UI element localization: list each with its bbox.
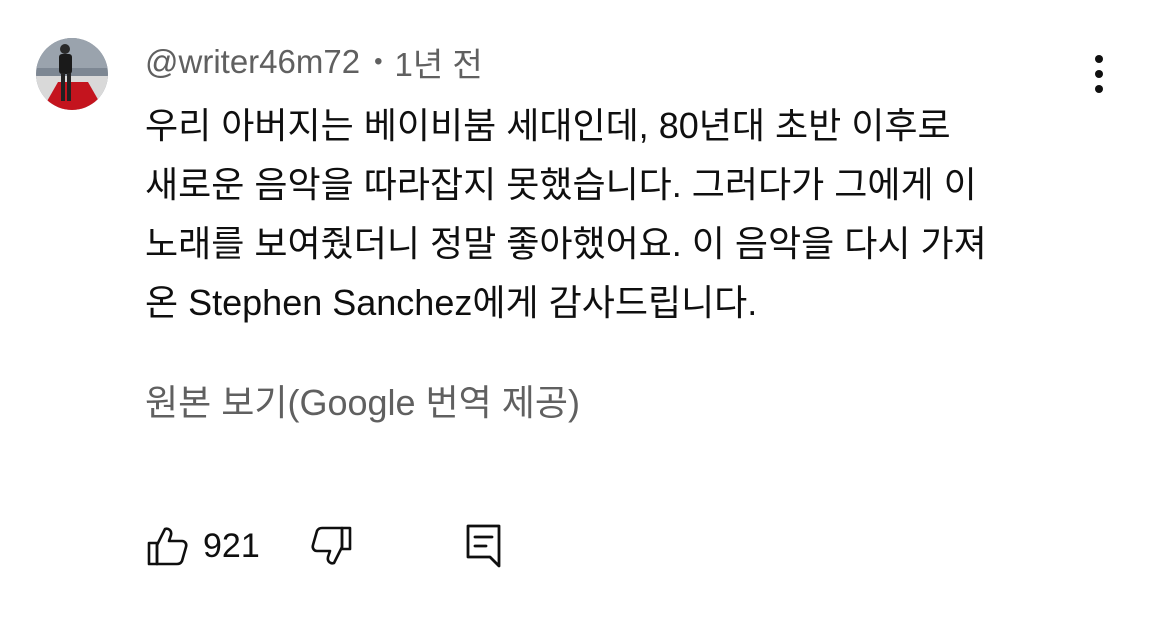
- comment-actions: 921: [145, 520, 504, 572]
- comment-text: 우리 아버지는 베이비붐 세대인데, 80년대 초반 이후로 새로운 음악을 따…: [145, 96, 1105, 332]
- comment-header: @writer46m72 • 1년 전: [145, 40, 483, 84]
- more-options-button[interactable]: [1080, 52, 1118, 96]
- view-original-link[interactable]: 원본 보기(Google 번역 제공): [145, 374, 580, 426]
- like-button[interactable]: 921: [145, 524, 260, 568]
- dislike-button[interactable]: [310, 524, 354, 568]
- thumbs-up-icon: [147, 527, 188, 566]
- comment-text-line: 노래를 보여줬더니 정말 좋아했어요. 이 음악을 다시 가져: [145, 223, 987, 264]
- like-count: 921: [203, 526, 260, 565]
- comment-reply-icon: [466, 524, 501, 568]
- comment-text-line: 새로운 음악을 따라잡지 못했습니다. 그러다가 그에게 이: [145, 164, 977, 205]
- reply-button[interactable]: [464, 522, 504, 570]
- comment-text-line: 온 Stephen Sanchez에게 감사드립니다.: [145, 282, 758, 323]
- comment-text-line: 우리 아버지는 베이비붐 세대인데, 80년대 초반 이후로: [145, 105, 951, 146]
- meta-separator: •: [374, 48, 383, 75]
- more-vertical-icon: [1095, 55, 1103, 93]
- thumbs-down-icon: [311, 526, 352, 565]
- comment-timestamp[interactable]: 1년 전: [394, 38, 482, 86]
- author-name[interactable]: @writer46m72: [145, 43, 360, 81]
- avatar[interactable]: [36, 38, 108, 110]
- avatar-image: [36, 38, 108, 110]
